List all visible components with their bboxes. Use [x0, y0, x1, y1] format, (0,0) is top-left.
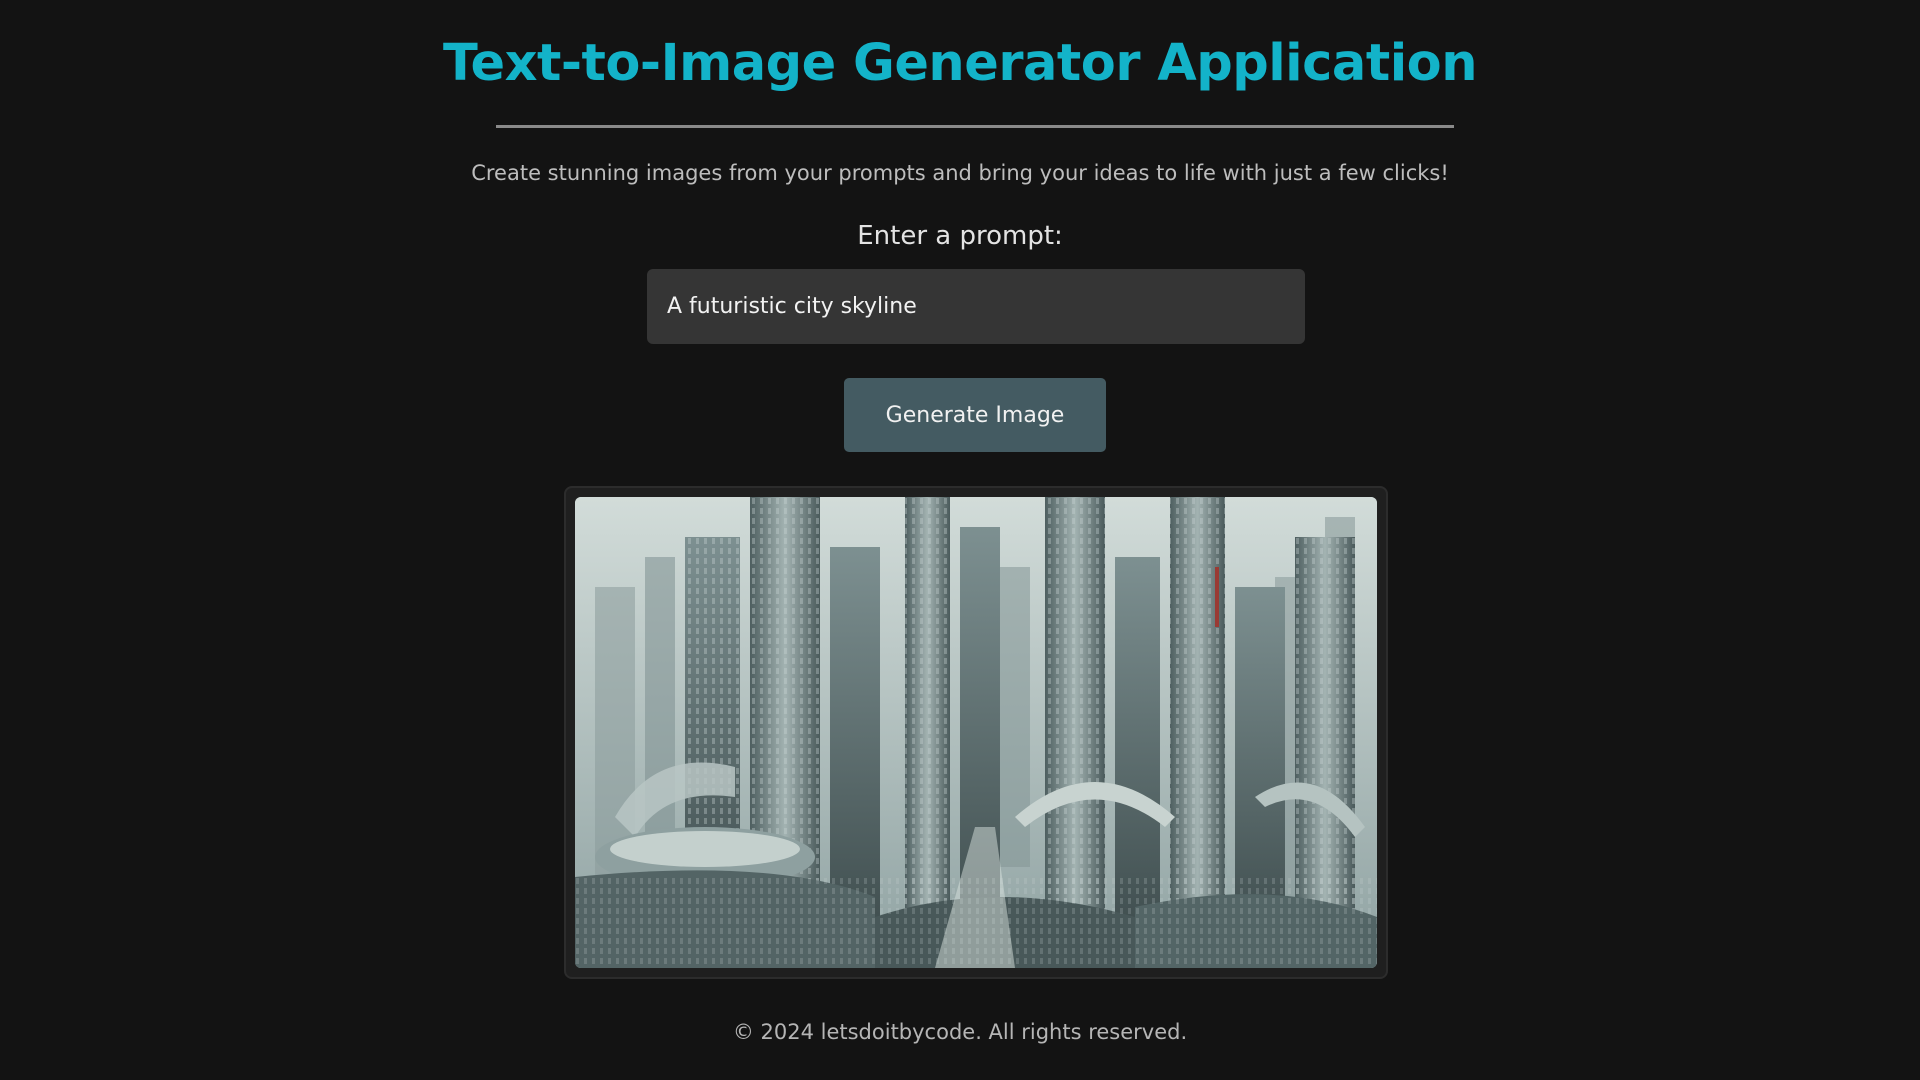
prompt-input[interactable] — [647, 269, 1305, 344]
page: Text-to-Image Generator Application Crea… — [0, 0, 1920, 1080]
footer-copyright: © 2024 letsdoitbycode. All rights reserv… — [732, 1020, 1188, 1044]
title-divider — [496, 125, 1454, 128]
city-skyline-illustration — [575, 497, 1377, 968]
page-subtitle: Create stunning images from your prompts… — [471, 161, 1449, 185]
generated-image — [575, 497, 1377, 968]
prompt-label: Enter a prompt: — [857, 221, 1063, 251]
generate-image-button[interactable]: Generate Image — [844, 378, 1106, 452]
image-container — [564, 486, 1388, 979]
page-title: Text-to-Image Generator Application — [442, 34, 1478, 93]
